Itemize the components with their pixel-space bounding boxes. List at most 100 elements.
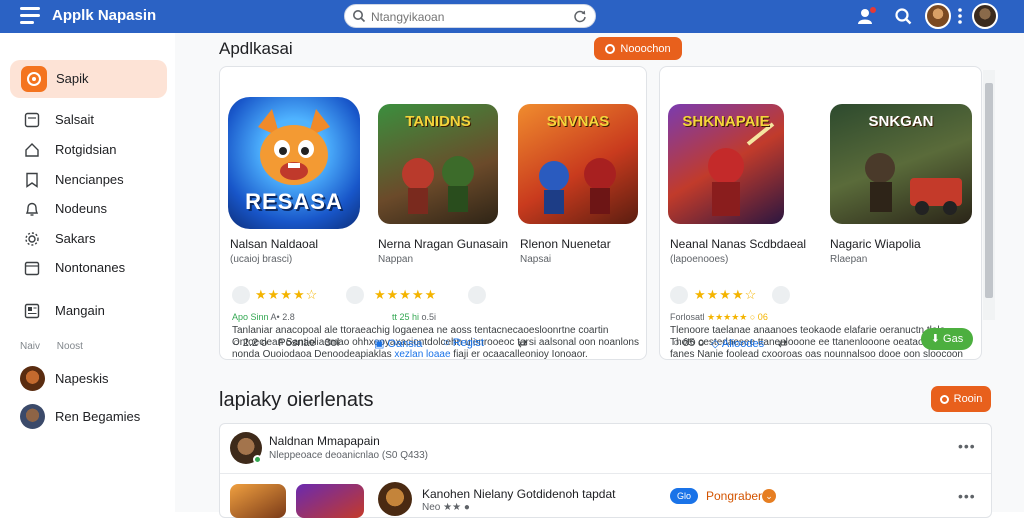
meta-rating: ★★★★★ ○ 06 bbox=[707, 312, 768, 322]
calendar-icon bbox=[24, 260, 40, 276]
game-name[interactable]: Nalsan Naldaoal bbox=[230, 237, 318, 251]
chevron-down-icon[interactable]: ⌄ bbox=[762, 489, 776, 503]
square-icon bbox=[24, 112, 40, 128]
like-action[interactable]: ○ ô5 o bbox=[673, 337, 704, 349]
sidebar-person-1[interactable]: Napeskis bbox=[20, 366, 170, 392]
category-label[interactable]: Pongraber bbox=[706, 489, 762, 503]
sidebar-item-1[interactable]: Salsait bbox=[24, 110, 164, 130]
avatar bbox=[20, 366, 45, 391]
button-label: Nooochon bbox=[620, 42, 671, 55]
game-thumbnail[interactable] bbox=[230, 484, 286, 518]
sidebar-item-label: Sakars bbox=[55, 231, 96, 246]
description-link[interactable]: xezlan loaae bbox=[394, 349, 450, 360]
news-icon bbox=[24, 303, 40, 319]
meta-text: tt 25 hi bbox=[392, 312, 420, 322]
game-meta: Forlosatl ★★★★★ ○ 06 bbox=[670, 312, 768, 323]
meta-rating: A• 2.8 bbox=[270, 312, 295, 322]
list-item-title: Naldnan Mmapapain bbox=[269, 434, 380, 448]
more-options-icon[interactable]: ••• bbox=[958, 488, 976, 504]
section-title: lapiaky oierlenats bbox=[219, 389, 374, 411]
sidebar-heading-a: Naiv bbox=[20, 341, 41, 352]
star-rating: ★★★★☆ bbox=[255, 287, 319, 302]
refresh-icon[interactable] bbox=[573, 9, 587, 28]
list-item-subtitle: Neo ★★ ● bbox=[422, 502, 470, 513]
share-label: Regist bbox=[452, 337, 484, 349]
likes-count: 2.2 o bbox=[242, 337, 268, 349]
game-icon[interactable]: RESASA bbox=[228, 97, 360, 229]
sidebar-person-2[interactable]: Ren Begamies bbox=[20, 404, 170, 430]
bell-icon bbox=[24, 201, 40, 217]
home-icon bbox=[24, 142, 40, 158]
swap-action[interactable]: ⇄ bbox=[518, 337, 527, 350]
game-category: Nappan bbox=[378, 254, 414, 265]
star-rating: ★★★★★ bbox=[374, 287, 438, 302]
comment-action[interactable]: ◇ Alioodes bbox=[711, 337, 764, 350]
game-meta: tt 25 hi o.5i bbox=[392, 312, 436, 322]
check-icon bbox=[232, 286, 250, 304]
sidebar-item-label: Nontonanes bbox=[55, 260, 126, 275]
section-action-button[interactable]: Rooin bbox=[931, 386, 991, 412]
game-icon[interactable]: SNVNAS bbox=[518, 104, 638, 224]
search-input[interactable] bbox=[371, 8, 561, 25]
pencil-icon[interactable] bbox=[346, 286, 364, 304]
search-icon[interactable] bbox=[892, 5, 914, 27]
more-vertical-icon[interactable] bbox=[955, 5, 965, 27]
list-item[interactable]: Naldnan Mmapapain Nleppeoace deoanicnlao… bbox=[220, 424, 991, 474]
game-icon[interactable]: TANIDNS bbox=[378, 104, 498, 224]
sidebar-item-label: Salsait bbox=[55, 112, 95, 127]
saved-label: Posnae bbox=[278, 337, 316, 349]
share-action[interactable]: ○ Regist bbox=[443, 337, 484, 349]
swap-action[interactable]: ⇄ bbox=[778, 337, 787, 350]
like-action[interactable]: ○ 2.2 o Posnae 3ol bbox=[233, 337, 339, 349]
sidebar-item-5[interactable]: Sakars bbox=[24, 229, 164, 249]
game-card-group-1: RESASA TANIDNS SNVNAS Nalsan Naldaoal (u… bbox=[219, 66, 647, 360]
top-bar: Applk Napasin bbox=[0, 0, 1024, 33]
game-icon-text: SNKGAN bbox=[868, 113, 934, 130]
search-box[interactable] bbox=[344, 4, 596, 28]
section-action-button[interactable]: Nooochon bbox=[594, 37, 682, 60]
person-name: Napeskis bbox=[55, 371, 109, 386]
sidebar-item-7[interactable]: Mangain bbox=[24, 301, 164, 321]
hamburger-menu-icon[interactable] bbox=[20, 7, 40, 25]
sidebar-item-6[interactable]: Nontonanes bbox=[24, 258, 164, 278]
game-name[interactable]: Neanal Nanas Scdbdaeal bbox=[670, 237, 806, 251]
game-name[interactable]: Nagaric Wiapolia bbox=[830, 237, 921, 251]
get-button[interactable]: ⬇ Gas bbox=[921, 328, 973, 350]
sidebar-item-3[interactable]: Nencianpes bbox=[24, 170, 164, 190]
activity-list: Naldnan Mmapapain Nleppeoace deoanicnlao… bbox=[219, 423, 992, 518]
game-card-group-2: SHKNAPAIE SNKGAN Neanal Nanas Scdbdaeal … bbox=[659, 66, 982, 360]
game-icon[interactable]: SHKNAPAIE bbox=[668, 104, 784, 224]
meta-rating: o.5i bbox=[421, 312, 437, 322]
likes-count: ô5 o bbox=[682, 337, 705, 349]
list-item-subtitle: Nleppeoace deoanicnlao (S0 Q433) bbox=[269, 450, 428, 461]
circle-icon bbox=[939, 394, 949, 404]
description-tail: fiaji er ocaacalleonioy Ionoaor. bbox=[453, 349, 588, 360]
more-options-icon[interactable]: ••• bbox=[958, 438, 976, 454]
comment-action[interactable]: ▣ Oansia bbox=[374, 337, 422, 350]
search-icon bbox=[352, 9, 366, 28]
person-name: Ren Begamies bbox=[55, 409, 141, 424]
game-icon-text: TANIDNS bbox=[405, 113, 471, 130]
game-thumbnail[interactable] bbox=[296, 484, 364, 518]
sidebar-item-label: Rotgidsian bbox=[55, 142, 117, 157]
sidebar-item-active[interactable]: Sapik bbox=[10, 60, 167, 98]
sidebar-item-4[interactable]: Nodeuns bbox=[24, 199, 164, 219]
meta-text: Apo Sinn bbox=[232, 312, 269, 322]
sidebar: Sapik Salsait Rotgidsian Nencianpes Node… bbox=[0, 33, 175, 512]
game-name[interactable]: Nerna Nragan Gunasain bbox=[378, 237, 508, 251]
game-name[interactable]: Rlenon Nuenetar bbox=[520, 237, 611, 251]
tag-icon[interactable] bbox=[772, 286, 790, 304]
avatar[interactable] bbox=[925, 3, 951, 29]
avatar bbox=[378, 482, 412, 516]
star-rating: ★★★★☆ bbox=[694, 287, 758, 302]
game-meta: Apo Sinn A• 2.8 bbox=[232, 312, 295, 322]
user-notification-icon[interactable] bbox=[856, 5, 878, 27]
meta-text: Forlosatl bbox=[670, 312, 705, 322]
bookmark-icon bbox=[24, 172, 40, 188]
game-icon[interactable]: SNKGAN bbox=[830, 104, 972, 224]
share-icon[interactable] bbox=[468, 286, 486, 304]
scrollbar-thumb[interactable] bbox=[985, 83, 993, 298]
sidebar-item-2[interactable]: Rotgidsian bbox=[24, 140, 164, 160]
profile-avatar[interactable] bbox=[972, 3, 998, 29]
game-category: (lapoenooes) bbox=[670, 254, 729, 265]
